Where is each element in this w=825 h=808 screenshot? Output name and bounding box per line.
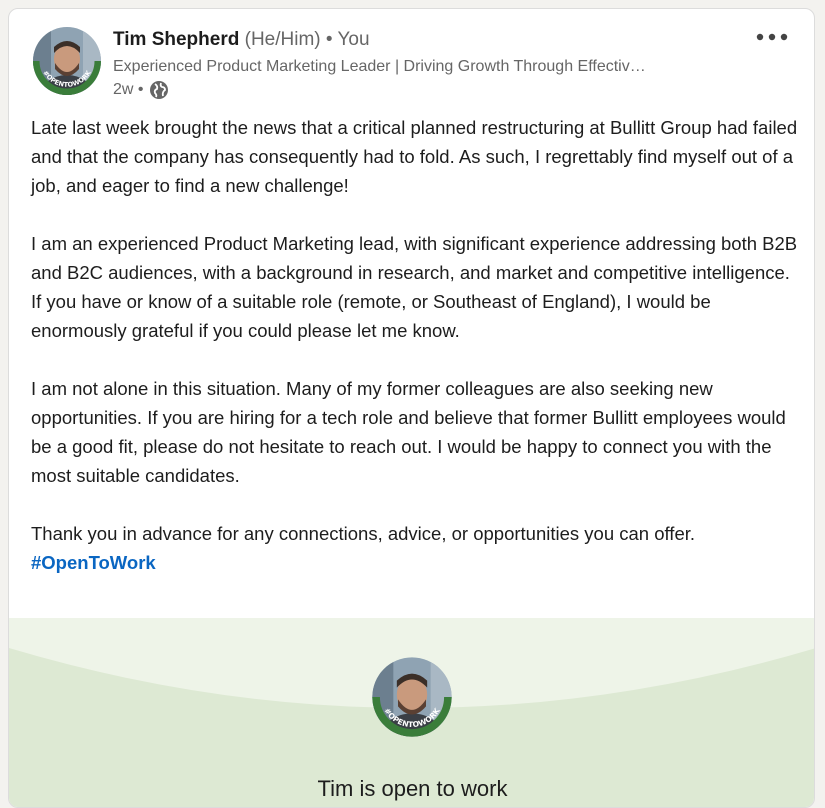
post-paragraph: I am not alone in this situation. Many o… — [31, 378, 786, 486]
author-pronouns: (He/Him) — [244, 29, 321, 50]
post-body: Late last week brought the news that a c… — [31, 113, 801, 577]
post-paragraph: Thank you in advance for any connections… — [31, 519, 801, 577]
globe-icon — [149, 81, 168, 99]
post-header: #OPENTOWORK Tim Shepherd (He/Him) • You … — [9, 9, 814, 109]
post-paragraph: Late last week brought the news that a c… — [31, 117, 798, 196]
open-to-work-title: Tim is open to work — [317, 776, 508, 801]
hashtag-link[interactable]: #OpenToWork — [31, 552, 156, 573]
open-to-work-avatar: #OPENTOWORK — [372, 657, 452, 737]
more-horizontal-icon[interactable] — [754, 27, 790, 47]
post-meta: 2w • — [113, 80, 169, 100]
author-avatar[interactable]: #OPENTOWORK — [31, 25, 103, 97]
post-paragraph-text: Thank you in advance for any connections… — [31, 523, 696, 544]
author-headline: Experienced Product Marketing Leader | D… — [113, 58, 646, 75]
author-relation: • You — [325, 29, 370, 50]
author-line: Tim Shepherd (He/Him) • You — [113, 29, 370, 51]
author-name[interactable]: Tim Shepherd — [113, 29, 239, 50]
open-to-work-banner[interactable]: #OPENTOWORK Tim is open to work — [9, 618, 814, 807]
post-paragraph: I am an experienced Product Marketing le… — [31, 233, 798, 341]
post-card: #OPENTOWORK Tim Shepherd (He/Him) • You … — [8, 8, 815, 808]
post-time: 2w • — [113, 81, 144, 98]
